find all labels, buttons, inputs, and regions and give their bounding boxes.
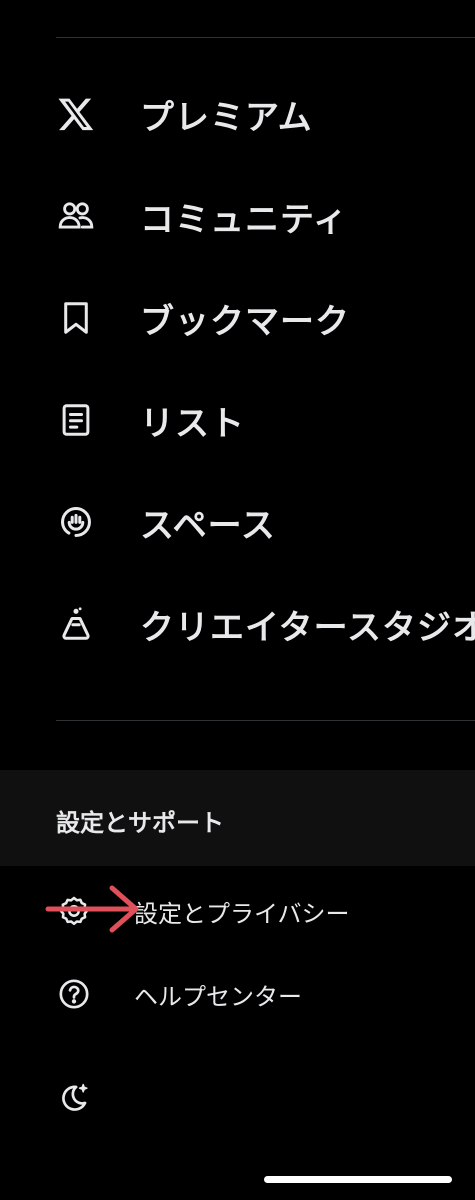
section-title: 設定とサポート — [56, 809, 224, 837]
menu-item-communities[interactable]: コミュニティ — [0, 176, 475, 256]
menu-item-label: プレミアム — [140, 97, 313, 138]
bookmark-icon — [56, 298, 96, 338]
display-mode-toggle[interactable] — [0, 1066, 475, 1130]
menu-item-label: クリエイタースタジオ — [140, 607, 475, 648]
spaces-microphone-icon — [56, 502, 96, 542]
help-center-item[interactable]: ヘルプセンター — [0, 962, 475, 1026]
menu-item-label: スペース — [140, 505, 276, 546]
moon-icon — [56, 1080, 92, 1116]
people-icon — [56, 196, 96, 236]
flask-icon — [56, 604, 96, 644]
menu-divider — [56, 720, 475, 721]
top-divider — [56, 37, 475, 38]
list-icon — [56, 400, 96, 440]
home-indicator[interactable] — [264, 1176, 452, 1183]
menu-item-premium[interactable]: プレミアム — [0, 74, 475, 154]
help-circle-icon — [56, 976, 92, 1012]
menu-item-creator-studio[interactable]: クリエイタースタジオ — [0, 584, 475, 664]
annotation-arrow-icon — [45, 885, 139, 933]
x-logo-icon — [56, 94, 96, 134]
menu-item-lists[interactable]: リスト — [0, 380, 475, 460]
settings-and-privacy-label: 設定とプライバシー — [134, 899, 350, 928]
menu-item-label: コミュニティ — [140, 199, 348, 240]
menu-item-label: リスト — [140, 403, 245, 444]
menu-item-spaces[interactable]: スペース — [0, 482, 475, 562]
help-center-label: ヘルプセンター — [134, 982, 302, 1011]
menu-item-label: ブックマーク — [140, 301, 350, 342]
menu-item-bookmarks[interactable]: ブックマーク — [0, 278, 475, 358]
